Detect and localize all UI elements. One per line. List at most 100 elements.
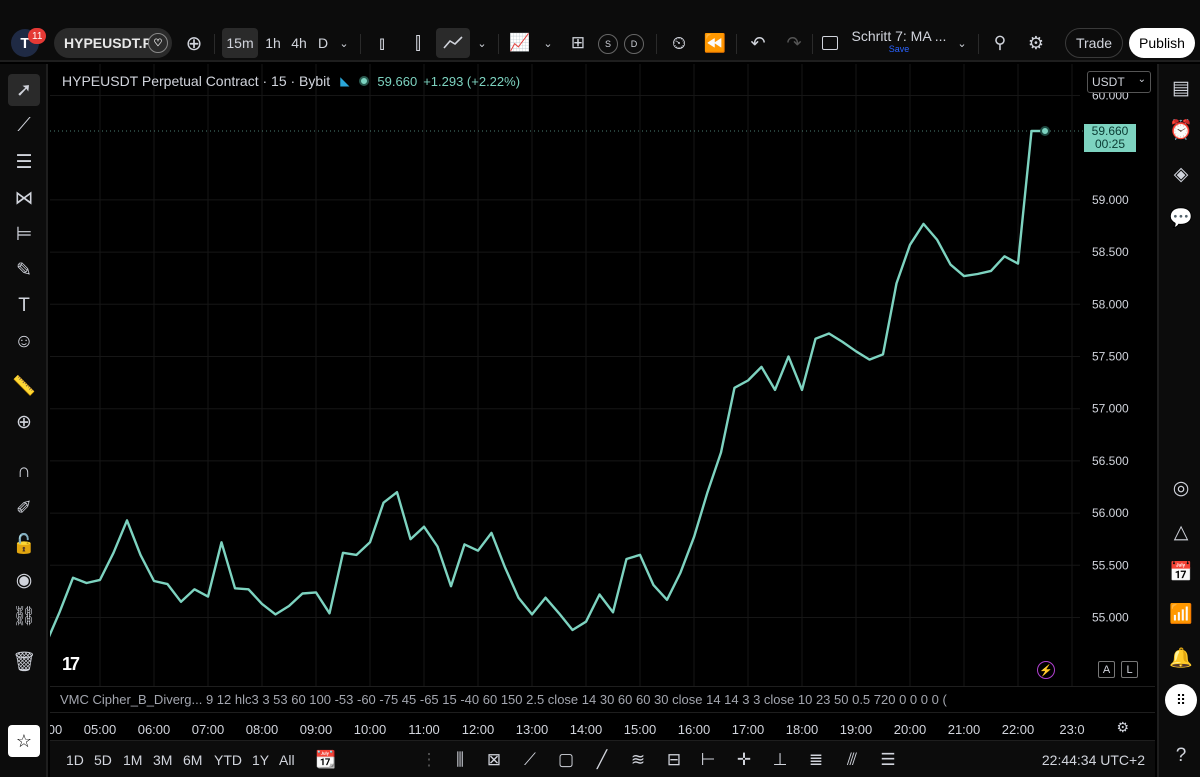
help-icon[interactable]: ? — [1165, 740, 1197, 772]
x-tick-label: 10:00 — [353, 722, 387, 737]
auto-scale-button[interactable]: A — [1098, 661, 1115, 678]
timeframe-4h[interactable]: 4h — [288, 28, 310, 58]
log-scale-button[interactable]: L — [1121, 661, 1138, 678]
x-tick-label: 07:00 — [191, 722, 225, 737]
range-1m[interactable]: 1M — [123, 752, 142, 768]
indicators-chevron-icon[interactable]: ⌄ — [540, 28, 556, 58]
cursor-icon[interactable]: ➚ — [8, 74, 40, 106]
range-1d[interactable]: 1D — [66, 752, 84, 768]
fib-retracement-icon[interactable]: ☰ — [8, 146, 40, 178]
layout-square-icon[interactable] — [816, 28, 844, 58]
templates-grid-icon[interactable]: ⊞ — [564, 28, 592, 58]
range-3m[interactable]: 3M — [153, 752, 172, 768]
add-symbol-icon[interactable]: ⊕ — [180, 28, 208, 58]
timeframe-15m[interactable]: 15m — [222, 28, 258, 58]
zoom-in-icon[interactable]: ⊕ — [8, 406, 40, 438]
drag-handle-icon[interactable]: ⋮ — [421, 747, 438, 773]
settings-gear-icon[interactable]: ⚙ — [1022, 28, 1050, 58]
alerts-clock-icon[interactable]: ⏰ — [1165, 114, 1197, 146]
replay-rewind-icon[interactable]: ⏪ — [700, 28, 730, 58]
chart-pane[interactable]: 60.000 59.000 58.500 58.000 57.500 57.000 56.5… — [50, 64, 1155, 686]
rectangle-icon[interactable]: ▢ — [552, 747, 580, 773]
date-range-icon[interactable]: 📆 — [312, 747, 340, 773]
layout-chevron-icon[interactable]: ⌄ — [954, 28, 970, 58]
text-icon[interactable]: T — [8, 290, 40, 322]
line-chart-icon[interactable] — [436, 28, 470, 58]
tradingview-logo-icon: 17 — [62, 654, 80, 674]
path-icon[interactable]: ⟋ — [516, 747, 544, 773]
currency-select[interactable]: USDT ⌄ — [1087, 71, 1151, 93]
calendar-icon[interactable]: 📅 — [1165, 556, 1197, 588]
candles-icon[interactable]: ⫾ — [368, 28, 396, 58]
last-price-label: 59.660 00:25 — [1084, 124, 1136, 152]
x-tick-label: 05:00 — [83, 722, 117, 737]
x-tick-label: 20:00 — [893, 722, 927, 737]
alert-clock-icon[interactable]: ⏲ — [664, 28, 694, 58]
range-all[interactable]: All — [279, 752, 295, 768]
parallel-channel-icon[interactable]: ⫻ — [838, 747, 866, 773]
brush-icon[interactable]: ✎ — [8, 254, 40, 286]
chat-icon[interactable]: 💬 — [1165, 202, 1197, 234]
bybit-logo-icon: ◣ — [340, 74, 350, 88]
time-axis[interactable]: 04:00 05:00 06:00 07:00 08:00 09:00 10:00 11:00… — [50, 712, 1155, 740]
layers-icon[interactable]: ◈ — [1165, 158, 1197, 190]
fib-fan-icon[interactable]: ☰ — [874, 747, 902, 773]
timeframe-d[interactable]: D — [314, 28, 332, 58]
lock-icon[interactable]: 🔓 — [8, 528, 40, 560]
forecasting-icon[interactable]: ⊨ — [8, 218, 40, 250]
clock-timezone[interactable]: 22:44:34 UTC+2 — [1042, 752, 1145, 768]
eye-icon[interactable]: ◉ — [8, 564, 40, 596]
watchlist-icon[interactable]: ▤ — [1165, 72, 1197, 104]
link-icon[interactable]: ⛓ — [8, 600, 40, 632]
trash-icon[interactable]: 🗑 — [8, 646, 40, 678]
notifications-bell-icon[interactable]: 🔔 — [1165, 642, 1197, 674]
lightning-icon[interactable]: ⚡ — [1037, 661, 1055, 679]
vertical-line-icon[interactable]: ⊥ — [766, 747, 794, 773]
emoji-icon[interactable]: ☺ — [8, 326, 40, 358]
indicator-legend[interactable]: VMC Cipher_B_Diverg... 9 12 hlc3 3 53 60… — [50, 686, 1155, 712]
more-dots-icon[interactable]: ⠿ — [1165, 684, 1197, 716]
pencil-lock-icon[interactable]: ✐ — [8, 492, 40, 524]
replay-d-button[interactable]: D — [624, 34, 644, 54]
y-tick-label: 58.500 — [1092, 245, 1129, 259]
indicators-icon[interactable]: 📈 — [506, 28, 534, 58]
replay-s-button[interactable]: S — [598, 34, 618, 54]
target-icon[interactable]: ◎ — [1165, 472, 1197, 504]
signal-icon[interactable]: 📶 — [1165, 598, 1197, 630]
trade-button[interactable]: Trade — [1065, 28, 1123, 58]
magnet-icon[interactable]: ∩ — [8, 456, 40, 488]
price-range-icon[interactable]: ⊠ — [480, 747, 508, 773]
favorites-star-icon[interactable]: ☆ — [8, 725, 40, 757]
range-1y[interactable]: 1Y — [252, 752, 269, 768]
layout-name-button[interactable]: Schritt 7: MA ... Save — [850, 28, 948, 58]
chart-type-chevron-icon[interactable]: ⌄ — [474, 28, 490, 58]
date-measure-icon[interactable]: ⊢ — [694, 747, 722, 773]
ray-icon[interactable]: ╱ — [588, 747, 616, 773]
undo-icon[interactable]: ↶ — [744, 28, 772, 58]
ruler-icon[interactable]: 📏 — [8, 370, 40, 402]
crosshair-icon[interactable]: ✛ — [730, 747, 758, 773]
price-label-icon[interactable]: ≣ — [802, 747, 830, 773]
x-tick-label: 16:00 — [677, 722, 711, 737]
quick-search-icon[interactable]: ⚲ — [986, 28, 1014, 58]
patterns-icon[interactable]: ⋈ — [8, 182, 40, 214]
horizontal-line-icon[interactable]: ⊟ — [660, 747, 688, 773]
market-status-icon — [359, 76, 370, 86]
fib-channel-icon[interactable]: ≋ — [624, 747, 652, 773]
redo-icon[interactable]: ↷ — [780, 28, 808, 58]
bars-icon[interactable]: ⫿ — [404, 28, 432, 58]
trend-line-icon[interactable]: ⟋ — [8, 110, 40, 142]
ideas-pyramid-icon[interactable]: △ — [1165, 516, 1197, 548]
long-position-icon[interactable]: ⫼ — [446, 747, 474, 773]
range-5d[interactable]: 5D — [94, 752, 112, 768]
x-tick-label: 09:00 — [299, 722, 333, 737]
publish-button[interactable]: Publish — [1129, 28, 1195, 58]
symbol-search-button[interactable]: HYPEUSDT.P ♡ — [54, 28, 172, 58]
range-6m[interactable]: 6M — [183, 752, 202, 768]
time-axis-settings-icon[interactable]: ⚙ — [1116, 719, 1129, 736]
timeframe-chevron-icon[interactable]: ⌄ — [336, 28, 352, 58]
chart-title: HYPEUSDT Perpetual Contract · 15 · Bybit — [62, 73, 331, 89]
timeframe-1h[interactable]: 1h — [262, 28, 284, 58]
x-tick-label: 14:00 — [569, 722, 603, 737]
range-ytd[interactable]: YTD — [214, 752, 242, 768]
